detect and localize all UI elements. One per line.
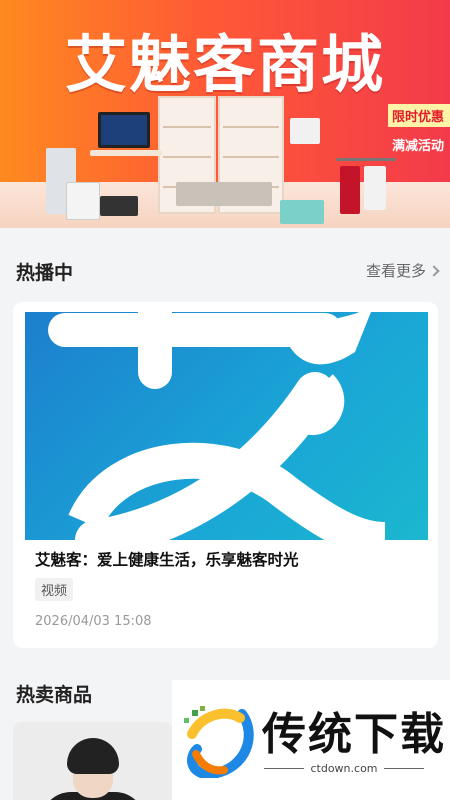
product-thumbnail[interactable] xyxy=(13,722,173,800)
promo-limited: 限时优惠 xyxy=(388,104,450,127)
banner-promo: 限时优惠 满减活动 xyxy=(388,104,450,154)
video-thumbnail[interactable] xyxy=(25,312,428,540)
promo-discount: 满减活动 xyxy=(392,139,445,154)
banner-appliance xyxy=(290,118,320,144)
banner-monitor xyxy=(98,112,150,148)
banner-coat xyxy=(364,166,386,210)
banner-sofa xyxy=(176,182,272,206)
video-title: 艾魅客：爱上健康生活，乐享魅客时光 xyxy=(35,551,299,569)
model-hair xyxy=(67,738,119,774)
divider-left xyxy=(264,768,305,769)
section-title-hot-products: 热卖商品 xyxy=(16,684,93,706)
watermark-url-row: ctdown.com xyxy=(264,762,424,775)
banner-title: 艾魅客商城 xyxy=(64,28,385,101)
section-title-hot-broadcast: 热播中 xyxy=(16,262,74,284)
video-date: 2026/04/03 15:08 xyxy=(35,614,152,629)
video-tag: 视频 xyxy=(35,578,74,601)
divider-right xyxy=(383,768,424,769)
banner-desk xyxy=(90,150,162,156)
banner-washer xyxy=(66,182,100,220)
video-card[interactable]: 艾魅客：爱上健康生活，乐享魅客时光 视频 2026/04/03 15:08 xyxy=(13,302,438,648)
chevron-right-icon xyxy=(428,264,440,277)
view-more-label: 查看更多 xyxy=(365,262,426,280)
banner-cabinet xyxy=(280,200,324,224)
banner-laptop xyxy=(100,196,138,216)
banner-clothes xyxy=(340,166,360,214)
watermark-url: ctdown.com xyxy=(310,762,378,775)
view-more-link[interactable]: 查看更多 xyxy=(365,260,440,281)
hero-banner[interactable]: 艾魅客商城 限时优惠 满减活动 xyxy=(0,0,450,228)
watermark-logo-icon xyxy=(184,706,254,778)
watermark-text: 传统下载 xyxy=(262,709,446,760)
ai-logo-graphic xyxy=(48,312,386,540)
watermark: 传统下载 ctdown.com xyxy=(172,680,450,800)
